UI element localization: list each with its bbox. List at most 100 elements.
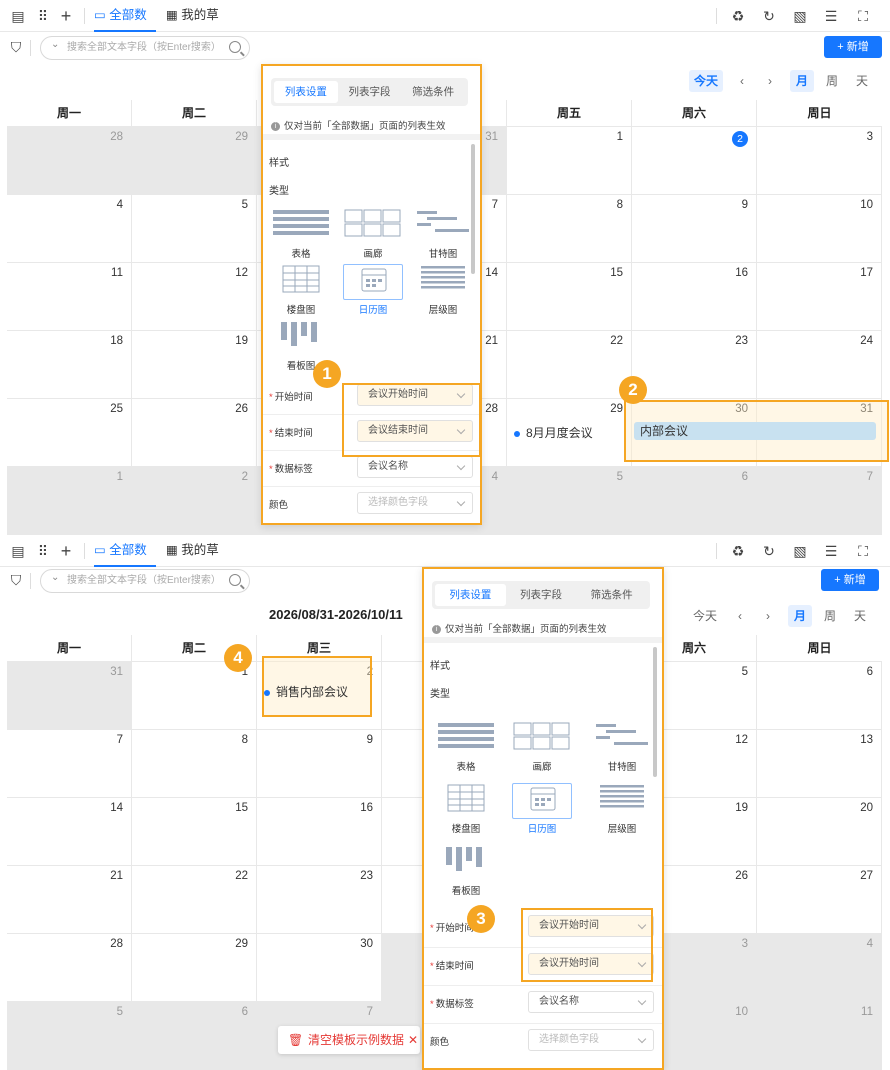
day-cell[interactable]: 22 bbox=[507, 331, 632, 399]
field-select[interactable]: 会议名称 bbox=[357, 456, 473, 478]
view-day-button[interactable]: 天 bbox=[848, 605, 872, 627]
day-cell[interactable]: 9 bbox=[632, 195, 757, 263]
settings-tab-0[interactable]: 列表设置 bbox=[435, 584, 506, 606]
filter-icon[interactable]: ⛉ bbox=[8, 39, 24, 55]
tab-my-drafts[interactable]: ▦ 我的草稿 bbox=[166, 0, 230, 53]
day-cell[interactable]: 1 bbox=[132, 662, 257, 730]
day-cell[interactable]: 9 bbox=[257, 730, 382, 798]
view-month-button[interactable]: 月 bbox=[790, 70, 814, 92]
day-cell[interactable]: 19 bbox=[132, 331, 257, 399]
next-icon[interactable]: › bbox=[760, 605, 776, 627]
scrollbar[interactable] bbox=[653, 647, 657, 777]
type-option-5[interactable] bbox=[413, 264, 473, 300]
fullscreen-icon[interactable]: ⛶ bbox=[855, 543, 871, 559]
clear-sample-data-button[interactable]: 🗑 清空模板示例数据 ✕ bbox=[278, 1026, 420, 1054]
day-cell[interactable]: 30 bbox=[257, 934, 382, 1002]
view-week-button[interactable]: 周 bbox=[820, 70, 844, 92]
type-option-2[interactable] bbox=[413, 208, 473, 244]
export-icon[interactable]: ▧ bbox=[792, 8, 808, 24]
refresh-icon[interactable]: ↻ bbox=[761, 543, 777, 559]
day-cell[interactable]: 5 bbox=[507, 467, 632, 535]
day-cell[interactable]: 6 bbox=[757, 662, 882, 730]
close-icon[interactable]: ✕ bbox=[408, 1026, 418, 1054]
day-cell[interactable]: 29 bbox=[132, 127, 257, 195]
export-icon[interactable]: ▧ bbox=[792, 543, 808, 559]
today-button[interactable]: 今天 bbox=[688, 605, 722, 627]
day-cell[interactable]: 6 bbox=[132, 1002, 257, 1070]
type-option-4[interactable] bbox=[343, 264, 403, 300]
type-option-3[interactable] bbox=[436, 783, 496, 819]
recycle-icon[interactable]: ♻ bbox=[730, 8, 746, 24]
day-cell[interactable]: 31 bbox=[7, 662, 132, 730]
day-cell[interactable]: 14 bbox=[7, 798, 132, 866]
type-option-4[interactable] bbox=[512, 783, 572, 819]
type-option-6[interactable] bbox=[436, 845, 496, 881]
next-icon[interactable]: › bbox=[762, 70, 778, 92]
day-cell[interactable]: 23 bbox=[632, 331, 757, 399]
refresh-icon[interactable]: ↻ bbox=[761, 8, 777, 24]
day-cell[interactable]: 5 bbox=[7, 1002, 132, 1070]
today-button[interactable]: 今天 bbox=[689, 70, 723, 92]
day-cell[interactable]: 25 bbox=[7, 399, 132, 467]
day-cell[interactable]: 16 bbox=[257, 798, 382, 866]
day-cell[interactable]: 17 bbox=[757, 263, 882, 331]
day-cell[interactable]: 23 bbox=[257, 866, 382, 934]
day-cell[interactable]: 24 bbox=[757, 331, 882, 399]
day-cell[interactable]: 18 bbox=[7, 331, 132, 399]
prev-icon[interactable]: ‹ bbox=[734, 70, 750, 92]
fullscreen-icon[interactable]: ⛶ bbox=[855, 8, 871, 24]
day-cell[interactable]: 16 bbox=[632, 263, 757, 331]
search-input[interactable]: ⌄ 搜索全部文本字段（按Enter搜索） bbox=[40, 569, 250, 593]
day-cell[interactable]: 11 bbox=[7, 263, 132, 331]
view-week-button[interactable]: 周 bbox=[818, 605, 842, 627]
add-icon[interactable]: + bbox=[58, 542, 74, 560]
scrollbar[interactable] bbox=[471, 144, 475, 274]
day-cell[interactable]: 7 bbox=[7, 730, 132, 798]
day-cell[interactable]: 2 bbox=[632, 127, 757, 195]
settings-tab-0[interactable]: 列表设置 bbox=[274, 81, 338, 103]
day-cell[interactable]: 21 bbox=[7, 866, 132, 934]
event-monthly-meeting[interactable]: 8月月度会议 bbox=[514, 424, 593, 441]
day-cell[interactable]: 8 bbox=[132, 730, 257, 798]
day-cell[interactable]: 28 bbox=[7, 934, 132, 1002]
settings-tab-2[interactable]: 筛选条件 bbox=[576, 584, 647, 606]
day-cell[interactable]: 4 bbox=[7, 195, 132, 263]
day-cell[interactable]: 3 bbox=[757, 127, 882, 195]
day-cell[interactable]: 27 bbox=[757, 866, 882, 934]
day-cell[interactable]: 29 bbox=[132, 934, 257, 1002]
recycle-icon[interactable]: ♻ bbox=[730, 543, 746, 559]
add-new-button[interactable]: + 新增 bbox=[824, 36, 882, 58]
day-cell[interactable]: 15 bbox=[507, 263, 632, 331]
day-cell[interactable]: 1 bbox=[7, 467, 132, 535]
day-cell[interactable]: 28 bbox=[7, 127, 132, 195]
field-select[interactable]: 会议名称 bbox=[528, 991, 654, 1013]
day-cell[interactable]: 26 bbox=[132, 399, 257, 467]
form-icon[interactable]: ▤ bbox=[10, 543, 26, 559]
type-option-5[interactable] bbox=[592, 783, 652, 819]
add-icon[interactable]: + bbox=[58, 7, 74, 25]
day-cell[interactable]: 2 bbox=[132, 467, 257, 535]
form-icon[interactable]: ▤ bbox=[10, 8, 26, 24]
day-cell[interactable]: 8 bbox=[507, 195, 632, 263]
day-cell[interactable]: 20 bbox=[757, 798, 882, 866]
drag-dots-icon[interactable]: ⠿ bbox=[35, 543, 51, 559]
drag-dots-icon[interactable]: ⠿ bbox=[35, 8, 51, 24]
day-cell[interactable]: 12 bbox=[132, 263, 257, 331]
settings-tab-1[interactable]: 列表字段 bbox=[506, 584, 577, 606]
tab-my-drafts[interactable]: ▦ 我的草稿 bbox=[166, 535, 230, 588]
search-list-icon[interactable]: ☰ bbox=[823, 8, 839, 24]
add-new-button[interactable]: + 新增 bbox=[821, 569, 879, 591]
day-cell[interactable]: 1 bbox=[507, 127, 632, 195]
filter-icon[interactable]: ⛉ bbox=[8, 572, 24, 588]
day-cell[interactable]: 6 bbox=[632, 467, 757, 535]
day-cell[interactable]: 15 bbox=[132, 798, 257, 866]
settings-tab-1[interactable]: 列表字段 bbox=[338, 81, 402, 103]
field-select[interactable]: 选择颜色字段 bbox=[357, 492, 473, 514]
day-cell[interactable]: 22 bbox=[132, 866, 257, 934]
type-option-6[interactable] bbox=[271, 320, 331, 356]
day-cell[interactable]: 13 bbox=[757, 730, 882, 798]
tab-all-data[interactable]: ▭ 全部数据 bbox=[94, 0, 156, 53]
day-cell[interactable]: 5 bbox=[132, 195, 257, 263]
day-cell[interactable]: 11 bbox=[757, 1002, 882, 1070]
type-option-1[interactable] bbox=[343, 208, 403, 244]
